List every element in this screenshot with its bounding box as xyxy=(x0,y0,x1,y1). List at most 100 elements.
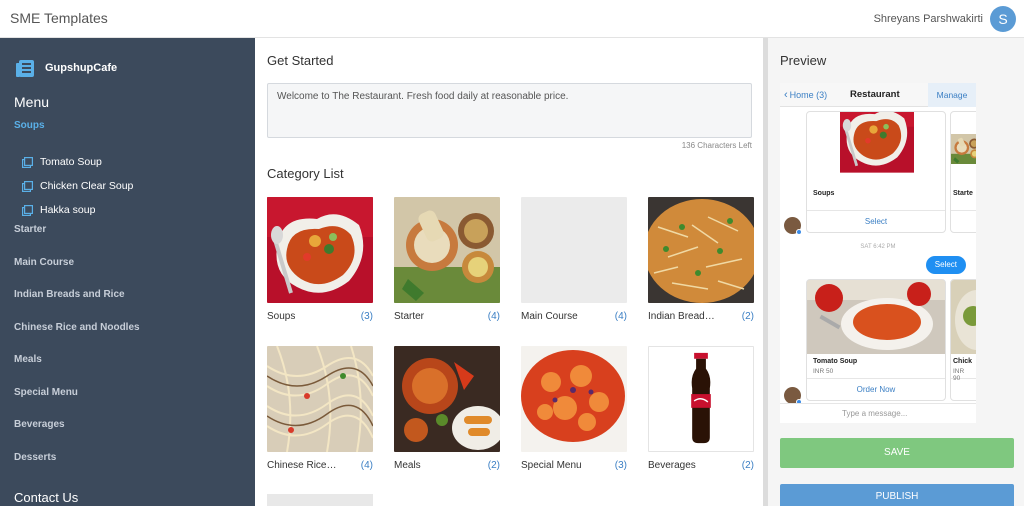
category-image xyxy=(648,346,754,452)
category-name: Main Course xyxy=(521,311,578,322)
category-name: Soups xyxy=(267,311,296,322)
sub-item-chicken-clear-soup[interactable]: Chicken Clear Soup xyxy=(22,174,133,198)
category-count: (2) xyxy=(741,460,754,471)
user-message-bubble: Select xyxy=(925,256,966,274)
category-count: (3) xyxy=(360,311,373,322)
category-card-beverages[interactable]: Beverages (2) xyxy=(648,346,754,471)
category-image xyxy=(521,197,627,303)
message-timestamp: SAT 6:42 PM xyxy=(860,244,896,250)
category-count: (4) xyxy=(614,311,627,322)
copy-icon xyxy=(22,156,33,168)
welcome-text-input[interactable]: Welcome to The Restaurant. Fresh food da… xyxy=(267,83,752,138)
category-count: (4) xyxy=(487,311,500,322)
category-card-meals[interactable]: Meals (2) xyxy=(394,346,500,471)
message-input[interactable]: Type a message... xyxy=(780,403,976,423)
sidebar-item-special-menu[interactable]: Special Menu xyxy=(14,385,140,418)
newspaper-icon xyxy=(16,60,34,77)
brand[interactable]: GupshupCafe xyxy=(15,58,117,78)
sidebar-item-chinese-rice[interactable]: Chinese Rice and Noodles xyxy=(14,320,140,353)
select-button[interactable]: Select xyxy=(807,210,945,232)
sidebar: GupshupCafe Menu Soups Tomato Soup Chick… xyxy=(0,38,255,506)
card-image xyxy=(951,112,976,186)
app-title: SME Templates xyxy=(10,10,108,26)
sidebar-item-desserts[interactable]: Desserts xyxy=(14,450,140,483)
copy-icon xyxy=(22,180,33,192)
category-card-partial[interactable] xyxy=(267,494,373,506)
category-count: (4) xyxy=(360,460,373,471)
back-label: Home (3) xyxy=(789,90,828,100)
carousel-card-tomato-soup: Tomato Soup INR 50 Order Now xyxy=(806,279,946,401)
sub-item-label: Hakka soup xyxy=(40,204,96,216)
manage-button[interactable]: Manage xyxy=(928,83,976,107)
soup-sub-list: Tomato Soup Chicken Clear Soup Hakka sou… xyxy=(22,150,133,222)
characters-left: 136 Characters Left xyxy=(681,141,752,150)
category-image xyxy=(267,197,373,303)
user-name[interactable]: Shreyans Parshwakirti xyxy=(874,13,983,25)
category-card-special-menu[interactable]: Special Menu (3) xyxy=(521,346,627,471)
category-card-chinese-rice[interactable]: Chinese Rice… (4) xyxy=(267,346,373,471)
card-title: Chick xyxy=(953,358,973,365)
card-title: Tomato Soup xyxy=(813,358,858,365)
back-button[interactable]: ‹ Home (3) xyxy=(784,89,827,101)
chat-header: ‹ Home (3) Restaurant Manage xyxy=(780,83,976,107)
preview-title: Preview xyxy=(780,53,827,68)
category-image xyxy=(267,346,373,452)
card-image xyxy=(951,280,976,354)
category-image xyxy=(648,197,754,303)
publish-button[interactable]: PUBLISH xyxy=(780,484,1014,506)
category-name: Chinese Rice… xyxy=(267,460,337,471)
menu-heading: Menu xyxy=(14,94,50,110)
card-title: Starte xyxy=(953,190,973,197)
category-image xyxy=(521,346,627,452)
sub-item-label: Tomato Soup xyxy=(40,156,102,168)
carousel-card-partial: Starte xyxy=(950,111,976,233)
category-card-main-course[interactable]: Main Course (4) xyxy=(521,197,627,322)
carousel-card-partial: Chick INR 90 xyxy=(950,279,976,401)
get-started-title: Get Started xyxy=(267,53,334,68)
card-price: INR 90 xyxy=(953,368,965,382)
category-card-starter[interactable]: Starter (4) xyxy=(394,197,500,322)
category-image xyxy=(394,197,500,303)
category-list-title: Category List xyxy=(267,166,344,181)
category-name: Starter xyxy=(394,311,425,322)
contact-heading[interactable]: Contact Us xyxy=(14,490,78,505)
order-now-button[interactable]: Order Now xyxy=(807,378,945,400)
card-image xyxy=(807,112,945,186)
card-title: Soups xyxy=(813,190,835,197)
category-count: (2) xyxy=(741,311,754,322)
card-price: INR 50 xyxy=(813,368,834,375)
category-card-indian-breads[interactable]: Indian Bread… (2) xyxy=(648,197,754,322)
sidebar-category-list: Starter Main Course Indian Breads and Ri… xyxy=(14,222,140,482)
main-panel: Get Started Welcome to The Restaurant. F… xyxy=(255,38,763,506)
sidebar-item-indian-breads[interactable]: Indian Breads and Rice xyxy=(14,287,140,320)
chevron-left-icon: ‹ xyxy=(784,89,788,101)
category-card-soups[interactable]: Soups (3) xyxy=(267,197,373,322)
category-name: Indian Bread… xyxy=(648,311,715,322)
sub-item-tomato-soup[interactable]: Tomato Soup xyxy=(22,150,133,174)
top-bar: SME Templates Shreyans Parshwakirti S xyxy=(0,0,1024,38)
messenger-badge-icon xyxy=(796,229,802,235)
sidebar-item-main-course[interactable]: Main Course xyxy=(14,255,140,288)
category-name: Beverages xyxy=(648,460,696,471)
user-avatar[interactable]: S xyxy=(990,6,1016,32)
category-image xyxy=(394,346,500,452)
sidebar-item-meals[interactable]: Meals xyxy=(14,352,140,385)
sidebar-item-soups[interactable]: Soups xyxy=(14,120,45,131)
phone-preview: ‹ Home (3) Restaurant Manage Soups Select… xyxy=(780,83,976,423)
card-image xyxy=(807,280,945,354)
sub-item-hakka-soup[interactable]: Hakka soup xyxy=(22,198,133,222)
card-subtitle xyxy=(807,200,945,210)
category-name: Special Menu xyxy=(521,460,582,471)
chat-title: Restaurant xyxy=(850,89,900,100)
category-count: (3) xyxy=(614,460,627,471)
sidebar-item-starter[interactable]: Starter xyxy=(14,222,140,255)
category-name: Meals xyxy=(394,460,421,471)
save-button[interactable]: SAVE xyxy=(780,438,1014,468)
sidebar-item-beverages[interactable]: Beverages xyxy=(14,417,140,450)
carousel-card-soups: Soups Select xyxy=(806,111,946,233)
preview-panel: Preview ‹ Home (3) Restaurant Manage Soup… xyxy=(768,38,1024,506)
copy-icon xyxy=(22,204,33,216)
sub-item-label: Chicken Clear Soup xyxy=(40,180,134,192)
category-count: (2) xyxy=(487,460,500,471)
brand-name: GupshupCafe xyxy=(45,62,118,74)
